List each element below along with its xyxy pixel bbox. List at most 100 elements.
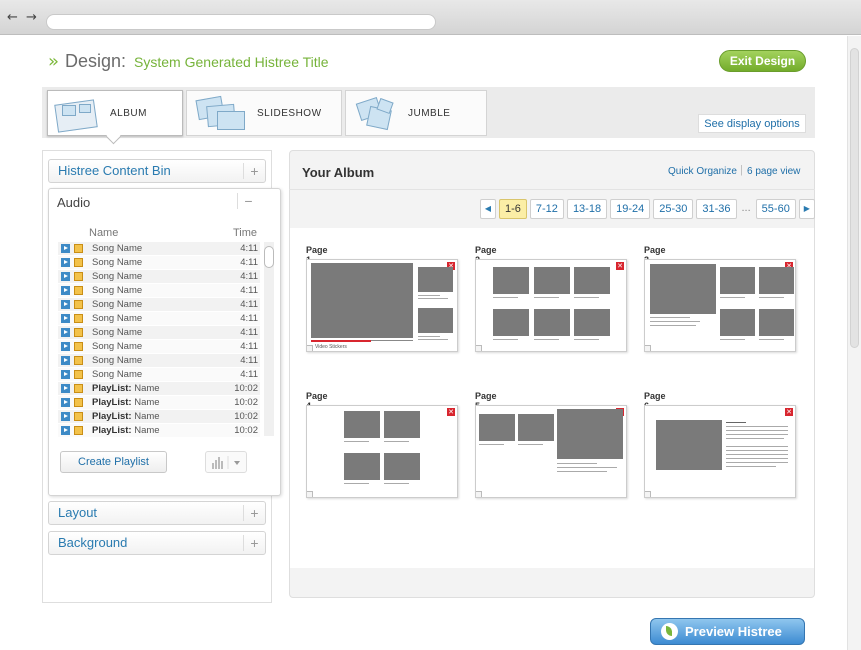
play-icon[interactable] <box>61 286 70 295</box>
edit-pencil-icon[interactable] <box>74 370 83 379</box>
audio-settings-dropdown[interactable] <box>205 451 247 473</box>
page-scrollbar[interactable] <box>847 36 861 650</box>
audio-list-item[interactable]: PlayList: Name 10:02 <box>58 382 260 396</box>
audio-list-item[interactable]: Song Name 4:11 <box>58 270 260 284</box>
audio-name: PlayList: Name <box>92 425 218 436</box>
page-card[interactable]: ✕ <box>306 405 458 498</box>
display-options-link[interactable]: See display options <box>698 114 806 133</box>
play-icon[interactable] <box>61 384 70 393</box>
back-arrow-icon[interactable]: ← <box>7 10 18 25</box>
play-icon[interactable] <box>61 342 70 351</box>
play-icon[interactable] <box>61 244 70 253</box>
page-card[interactable]: ✕ <box>644 259 796 352</box>
prev-page-arrow-icon[interactable]: ◀ <box>480 199 496 219</box>
edit-pencil-icon[interactable] <box>74 412 83 421</box>
play-icon[interactable] <box>61 356 70 365</box>
audio-title: Name <box>131 425 160 436</box>
edit-pencil-icon[interactable] <box>74 384 83 393</box>
audio-title: Song Name <box>92 341 143 352</box>
quick-organize-link[interactable]: Quick Organize <box>668 166 737 177</box>
page-range-button[interactable]: 25-30 <box>653 199 694 219</box>
audio-list-item[interactable]: Song Name 4:11 <box>58 242 260 256</box>
audio-list-item[interactable]: Song Name 4:11 <box>58 326 260 340</box>
audio-duration: 10:02 <box>234 425 258 436</box>
page-range-button[interactable]: 55-60 <box>755 199 796 219</box>
play-icon[interactable] <box>61 258 70 267</box>
close-icon[interactable]: ✕ <box>447 408 455 416</box>
histree-title[interactable]: System Generated Histree Title <box>134 54 329 70</box>
expand-plus-icon[interactable]: + <box>243 163 265 179</box>
play-icon[interactable] <box>61 426 70 435</box>
play-icon[interactable] <box>61 300 70 309</box>
play-icon[interactable] <box>61 370 70 379</box>
play-icon[interactable] <box>61 398 70 407</box>
edit-pencil-icon[interactable] <box>74 356 83 365</box>
page-header: » Design: System Generated Histree Title <box>48 51 329 72</box>
page-range-button[interactable]: 19-24 <box>610 199 651 219</box>
edit-pencil-icon[interactable] <box>74 328 83 337</box>
edit-pencil-icon[interactable] <box>74 342 83 351</box>
next-page-arrow-icon[interactable]: ▶ <box>798 199 815 219</box>
edit-pencil-icon[interactable] <box>74 398 83 407</box>
audio-list-item[interactable]: PlayList: Name 10:02 <box>58 396 260 410</box>
play-icon[interactable] <box>61 314 70 323</box>
browser-toolbar: ← → <box>0 0 861 35</box>
content-bin-header[interactable]: Histree Content Bin + <box>48 159 266 183</box>
audio-list-item[interactable]: Song Name 4:11 <box>58 256 260 270</box>
column-header-time[interactable]: Time <box>233 227 257 239</box>
exit-design-button[interactable]: Exit Design <box>719 50 806 72</box>
background-header[interactable]: Background + <box>48 531 266 555</box>
audio-title: Name <box>131 397 160 408</box>
tab-album[interactable]: ALBUM <box>47 90 183 136</box>
audio-list-item[interactable]: Song Name 4:11 <box>58 312 260 326</box>
page-range-button[interactable]: 13-18 <box>566 199 608 219</box>
page-range-button[interactable]: 7-12 <box>529 199 564 219</box>
expand-plus-icon[interactable]: + <box>243 535 265 551</box>
preview-histree-button[interactable]: Preview Histree <box>650 618 805 645</box>
page-card[interactable]: ✕ <box>644 405 796 498</box>
audio-duration: 10:02 <box>234 383 258 394</box>
audio-list-item[interactable]: PlayList: Name 10:02 <box>58 424 260 438</box>
edit-pencil-icon[interactable] <box>74 286 83 295</box>
close-icon[interactable]: ✕ <box>785 408 793 416</box>
edit-pencil-icon[interactable] <box>74 244 83 253</box>
layout-header[interactable]: Layout + <box>48 501 266 525</box>
audio-list-item[interactable]: Song Name 4:11 <box>58 298 260 312</box>
audio-list-item[interactable]: Song Name 4:11 <box>58 368 260 382</box>
page-card[interactable]: ✕ <box>475 259 627 352</box>
page-card[interactable]: ✕ Video Stickers <box>306 259 458 352</box>
audio-list-item[interactable]: Song Name 4:11 <box>58 340 260 354</box>
play-icon[interactable] <box>61 412 70 421</box>
audio-list-item[interactable]: Song Name 4:11 <box>58 354 260 368</box>
page-range-button[interactable]: 31-36 <box>696 199 737 219</box>
edit-pencil-icon[interactable] <box>74 272 83 281</box>
address-bar[interactable] <box>46 14 436 30</box>
expand-plus-icon[interactable]: + <box>243 505 265 521</box>
edit-pencil-icon[interactable] <box>74 426 83 435</box>
audio-list-scrollbar[interactable] <box>264 242 274 436</box>
edit-pencil-icon[interactable] <box>74 314 83 323</box>
forward-arrow-icon[interactable]: → <box>26 10 37 25</box>
page-view-link[interactable]: 6 page view <box>747 166 800 177</box>
column-header-name[interactable]: Name <box>89 227 118 239</box>
close-icon[interactable]: ✕ <box>616 262 624 270</box>
page-card[interactable]: ✕ <box>475 405 627 498</box>
scrollbar-thumb[interactable] <box>264 246 274 268</box>
preview-histree-label: Preview Histree <box>685 624 782 639</box>
audio-name: Song Name <box>92 243 218 254</box>
playlist-prefix: PlayList: <box>92 397 132 408</box>
edit-pencil-icon[interactable] <box>74 258 83 267</box>
create-playlist-button[interactable]: Create Playlist <box>60 451 167 473</box>
tab-jumble[interactable]: JUMBLE <box>345 90 487 136</box>
tab-slideshow[interactable]: SLIDESHOW <box>186 90 342 136</box>
slideshow-icon <box>193 94 249 132</box>
audio-list-item[interactable]: Song Name 4:11 <box>58 284 260 298</box>
audio-list-item[interactable]: PlayList: Name 10:02 <box>58 410 260 424</box>
pagination: ◀ 1-6 7-12 13-18 19-24 25-30 31-36... 55-60 ▶ <box>480 199 818 220</box>
collapse-minus-icon[interactable]: − <box>237 193 259 209</box>
scrollbar-thumb[interactable] <box>850 48 859 348</box>
page-range-button[interactable]: 1-6 <box>499 199 527 219</box>
edit-pencil-icon[interactable] <box>74 300 83 309</box>
play-icon[interactable] <box>61 272 70 281</box>
play-icon[interactable] <box>61 328 70 337</box>
